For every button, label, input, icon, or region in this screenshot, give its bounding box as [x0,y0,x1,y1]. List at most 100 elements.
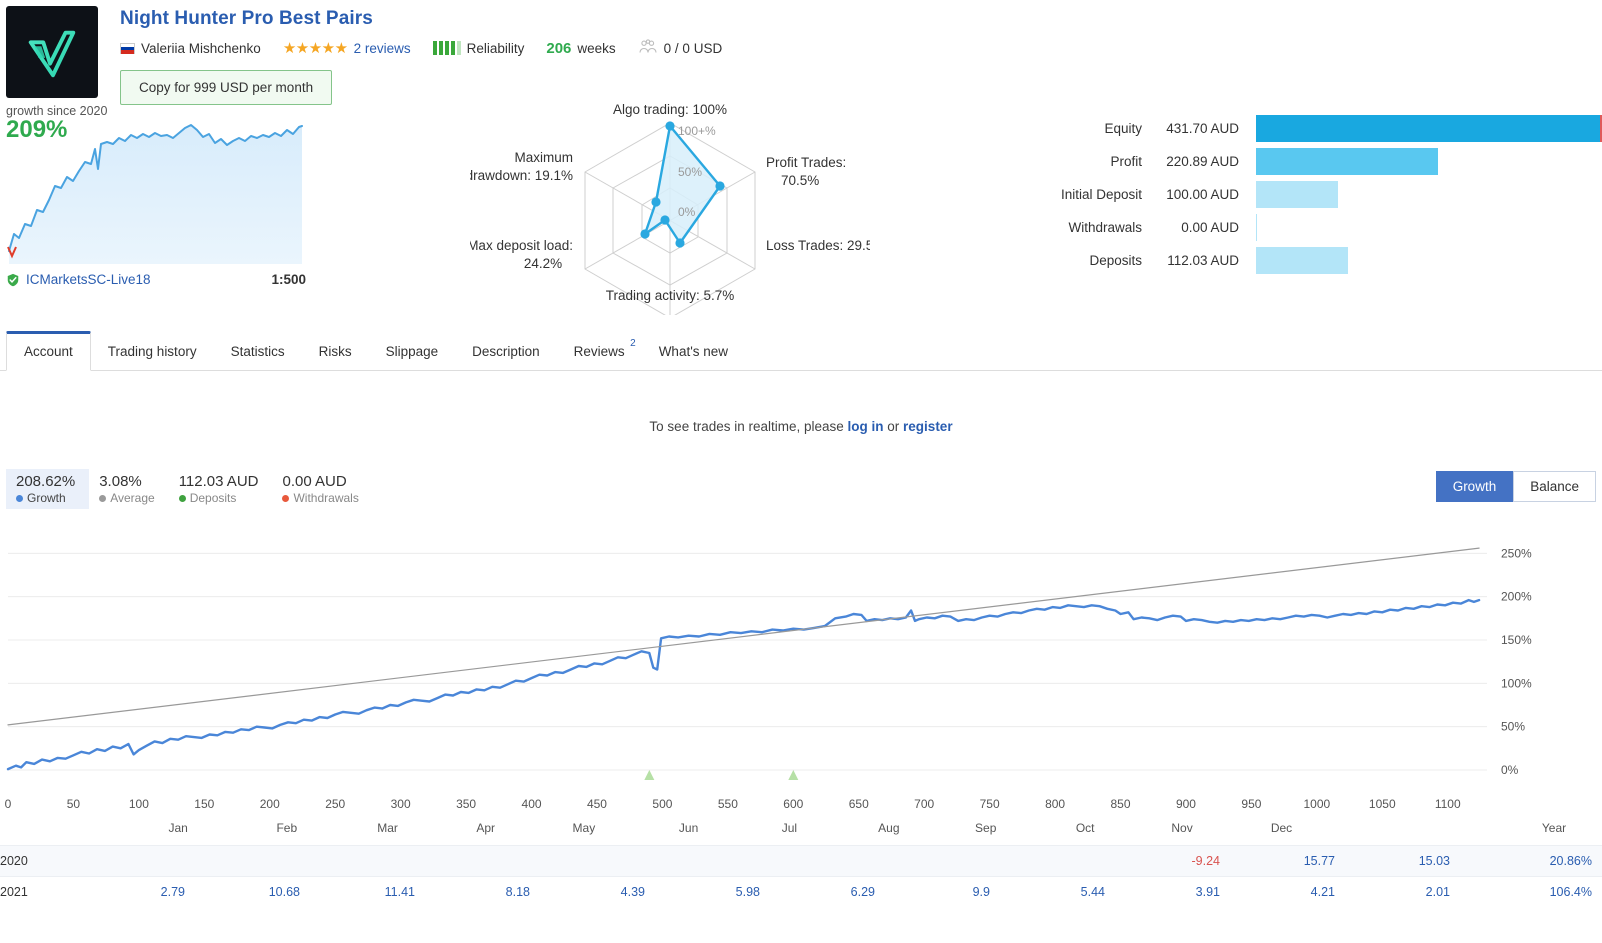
tab-trading-history[interactable]: Trading history [91,334,214,370]
x-tick-label: 1100 [1434,797,1461,811]
table-cell-month [415,846,530,877]
tab-label: Trading history [107,344,197,359]
legend-name: Growth [27,491,66,505]
y-tick-label: 100% [1501,676,1532,690]
weeks-value: 206 [546,39,572,57]
tab-statistics[interactable]: Statistics [214,334,302,370]
bar-label: Initial Deposit [1060,187,1142,202]
month-label-sep: Sep [975,821,997,835]
realtime-prefix: To see trades in realtime, please [649,419,848,434]
reliability-label: Reliability [466,40,525,56]
growth-summary-panel: growth since 2020 209% ICMarketsSC-Live1… [6,104,306,287]
radar-label-profit-trades-value: 70.5% [781,173,819,188]
author-block[interactable]: Valeriia Mishchenko [120,41,261,56]
table-cell-month: 6.29 [850,885,875,899]
register-link[interactable]: register [903,419,953,434]
legend-item-withdrawals[interactable]: 0.00 AUD Withdrawals [272,469,372,509]
tab-label: Account [24,344,73,359]
main-tabs: Account Trading history Statistics Risks… [0,328,1602,371]
tab-slippage[interactable]: Slippage [369,334,456,370]
bar-row: Equity 431.70 AUD [1002,112,1602,145]
table-cell-month: 15.03 [1418,854,1450,868]
table-cell-year: 2020 [0,854,28,868]
legend-value: 208.62% [16,473,76,490]
tab-label: Risks [318,344,352,359]
performance-radar-chart: 100+% 50% 0% Algo trading: 100% Profit T… [466,102,885,319]
table-cell-month: 3.91 [1195,885,1220,899]
tab-reviews[interactable]: Reviews 2 [557,334,642,370]
bar-row: Initial Deposit 100.00 AUD [1002,178,1602,211]
radar-label-profit-trades: Profit Trades: [766,155,846,170]
table-cell-month: 15.77 [1303,854,1335,868]
deposit-marker-icon [788,770,799,780]
bar-value: 220.89 AUD [1166,154,1239,169]
table-cell-month: 5.98 [735,885,760,899]
tab-description[interactable]: Description [455,334,557,370]
x-tick-label: 1050 [1368,797,1396,811]
growth-chart[interactable]: 0% 50% 100% 150% 200% 250% [0,528,1602,793]
legend-value: 3.08% [99,473,142,490]
legend-item-deposits[interactable]: 112.03 AUD Deposits [169,469,273,509]
x-tick-label: 350 [456,797,477,811]
month-label-jul: Jul [781,821,798,835]
table-cell-month: 4.39 [620,885,645,899]
x-tick-label: 1000 [1303,797,1331,811]
tab-risks[interactable]: Risks [302,334,369,370]
table-cell-month: 2.01 [1425,885,1450,899]
reliability-bars-icon [432,41,461,55]
legend-item-average[interactable]: 3.08% Average [89,469,168,509]
reviews-count-link[interactable]: 2 reviews [354,41,411,56]
legend-item-growth[interactable]: 208.62% Growth [6,469,90,509]
tab-account[interactable]: Account [6,331,91,371]
weeks-label: weeks [577,40,616,56]
rating-block[interactable]: ★★★★★ 2 reviews [283,39,411,57]
realtime-notice: To see trades in realtime, please log in… [0,419,1602,434]
table-cell-month [300,846,415,877]
login-link[interactable]: log in [848,419,884,434]
toggle-balance-button[interactable]: Balance [1513,471,1596,502]
table-cell-month [185,846,300,877]
x-tick-label: 600 [783,797,804,811]
radar-label-max-drawdown-value: drawdown: 19.1% [470,168,573,183]
x-tick-label: 550 [717,797,738,811]
month-label-jan: Jan [168,821,188,835]
subscribers-value: 0 / 0 USD [663,40,723,56]
y-tick-label: 150% [1501,633,1532,647]
bar-track [1247,211,1602,244]
legend-name: Deposits [189,491,237,505]
tab-whats-new[interactable]: What's new [642,334,745,370]
radar-label-max-deposit-load: Max deposit load: [470,238,573,253]
legend-dot-icon [282,494,290,502]
broker-row: ICMarketsSC-Live18 1:500 [6,272,306,287]
toggle-growth-button[interactable]: Growth [1435,471,1514,502]
x-tick-label: 400 [521,797,542,811]
table-cell-month: 9.9 [972,885,990,899]
mini-growth-chart [7,124,303,264]
x-tick-label: 700 [914,797,935,811]
realtime-middle: or [883,419,904,434]
series-growth [6,598,1481,771]
radar-tick-100: 100+% [678,124,716,138]
summary-panels: growth since 2020 209% ICMarketsSC-Live1… [0,102,1602,319]
page-title[interactable]: Night Hunter Pro Best Pairs [120,8,722,30]
bar-row: Profit 220.89 AUD [1002,145,1602,178]
bar-track [1247,112,1602,145]
broker-name-label: ICMarketsSC-Live18 [26,272,151,287]
legend-name-wrap: Growth [16,491,75,505]
y-tick-label: 50% [1501,720,1525,734]
x-tick-label: 850 [1110,797,1131,811]
table-cell-month: 2.79 [160,885,185,899]
legend-value: 0.00 AUD [282,473,347,490]
x-tick-label: 900 [1175,797,1196,811]
series-average [7,547,1480,726]
chart-month-axis: Jan Feb Mar Apr May Jun Jul Aug Sep Oct Nov Dec Year [0,819,1602,845]
y-tick-label: 200% [1501,590,1532,604]
x-tick-label: 800 [1045,797,1066,811]
x-tick-label: 250 [325,797,346,811]
tab-label: Statistics [230,344,285,359]
bar-track [1247,145,1602,178]
copy-subscription-button[interactable]: Copy for 999 USD per month [120,70,333,105]
x-tick-label: 500 [652,797,673,811]
table-cell-month [70,846,185,877]
broker-link[interactable]: ICMarketsSC-Live18 [6,272,151,287]
